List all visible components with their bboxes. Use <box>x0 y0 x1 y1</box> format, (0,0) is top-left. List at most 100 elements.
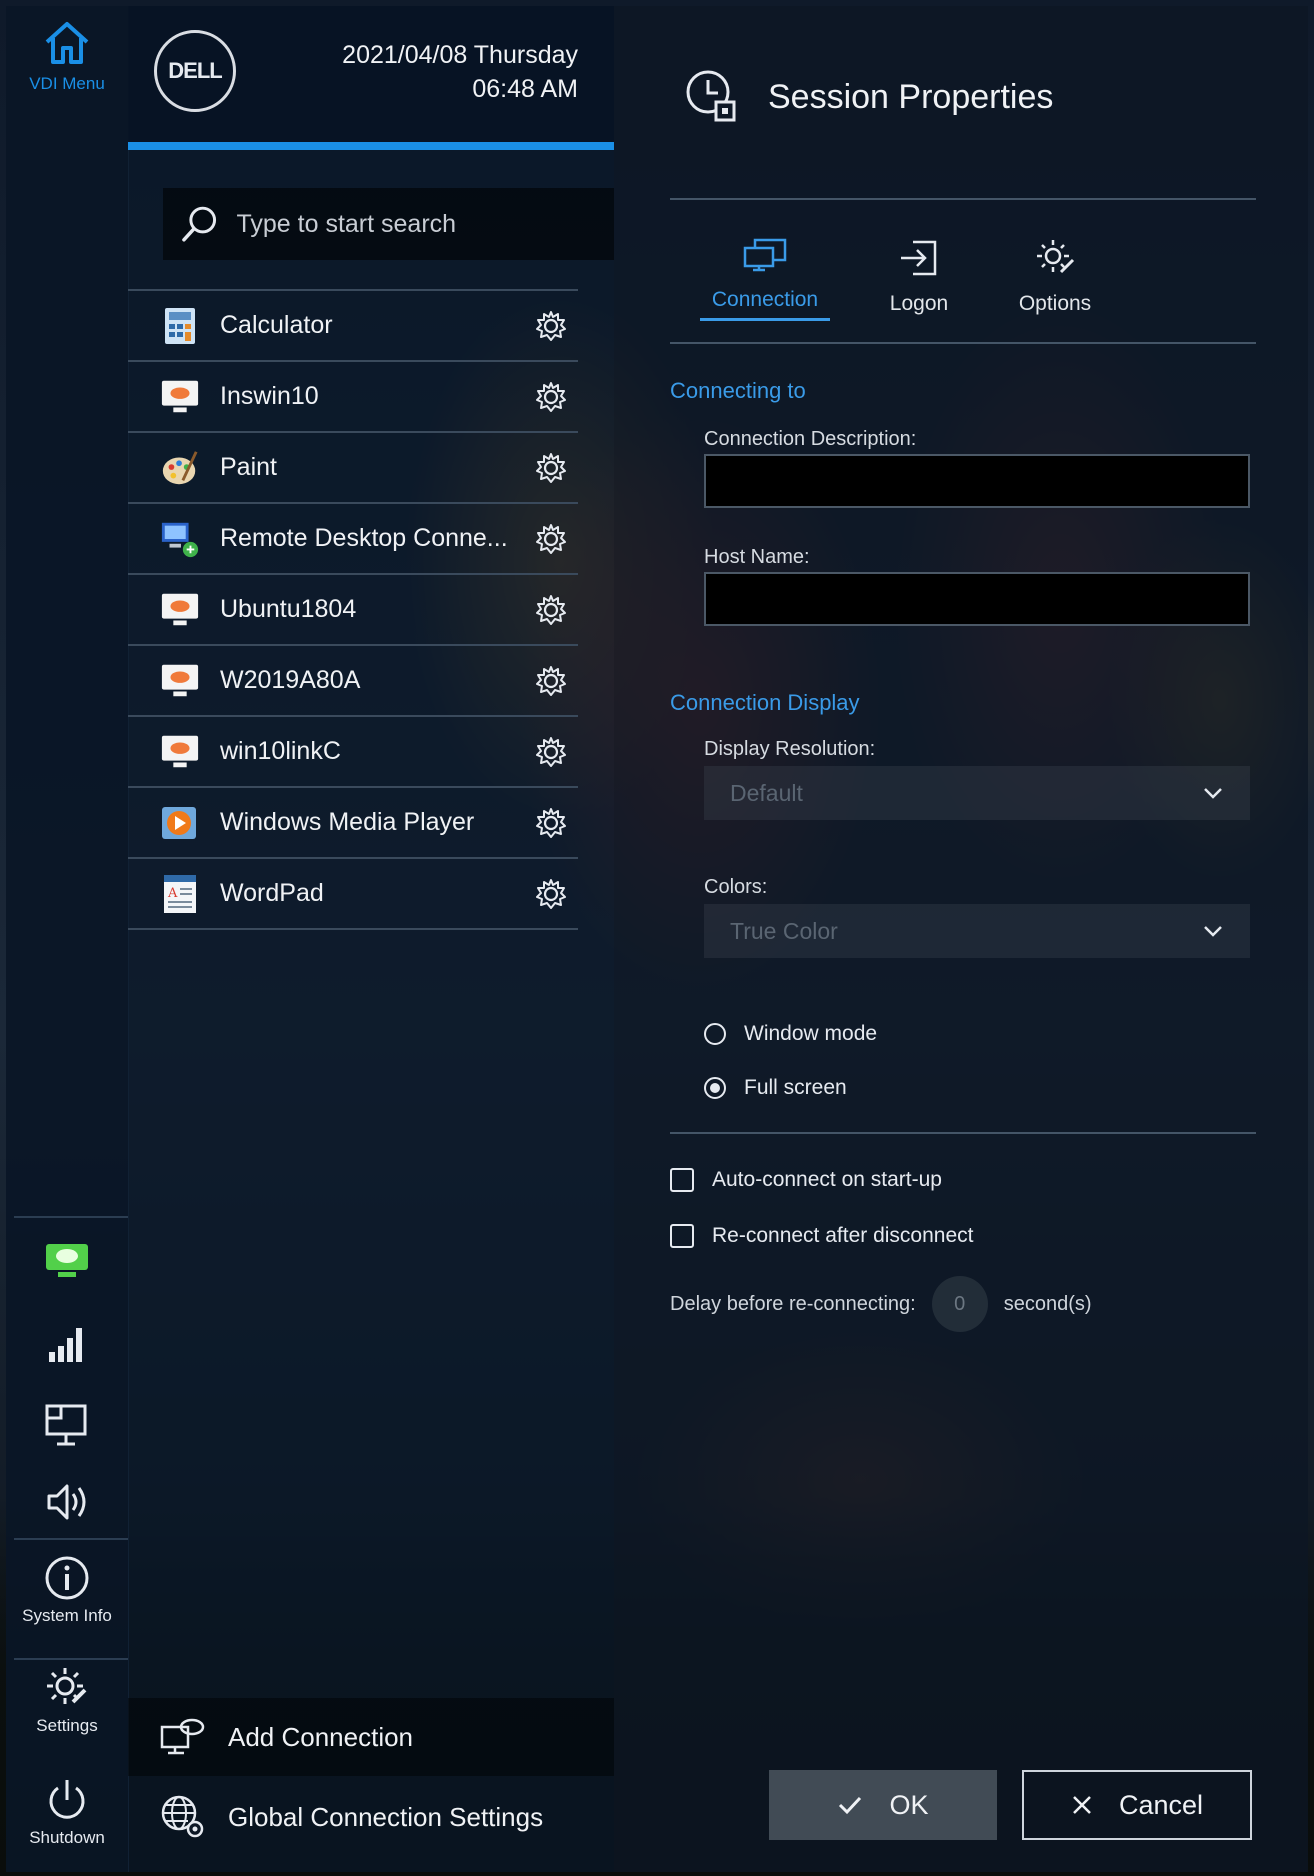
ok-button[interactable]: OK <box>769 1770 997 1840</box>
settings-button[interactable]: Settings <box>6 1664 128 1736</box>
gear-icon[interactable] <box>534 451 568 485</box>
add-connection-button[interactable]: Add Connection <box>128 1698 614 1776</box>
remote-desktop-icon <box>160 519 200 559</box>
display-settings-icon <box>45 1404 87 1446</box>
check-icon <box>839 1796 862 1815</box>
tab-logon[interactable]: Logon <box>854 236 984 322</box>
shutdown-label: Shutdown <box>29 1828 105 1847</box>
network-button[interactable] <box>6 1322 128 1366</box>
vdi-cloud-icon <box>160 377 200 417</box>
settings-label: Settings <box>36 1716 98 1735</box>
window-mode-radio[interactable]: Window mode <box>704 1022 877 1046</box>
launcher-header: DELL 2021/04/08 Thursday 06:48 AM <box>128 6 614 150</box>
gear-icon[interactable] <box>534 522 568 556</box>
login-arrow-icon <box>901 240 937 276</box>
delay-unit: second(s) <box>1003 1292 1092 1315</box>
vdi-cloud-icon <box>160 732 200 772</box>
gear-icon[interactable] <box>534 806 568 840</box>
gear-wrench-icon <box>1037 240 1075 274</box>
system-info-label: System Info <box>22 1606 112 1625</box>
display-resolution-select[interactable]: Default <box>704 766 1250 820</box>
auto-connect-checkbox[interactable]: Auto-connect on start-up <box>670 1168 942 1192</box>
colors-label: Colors: <box>704 876 768 898</box>
chevron-down-icon <box>1204 788 1222 799</box>
connection-description-input[interactable] <box>704 454 1250 508</box>
list-item[interactable]: Inswin10 <box>128 362 578 433</box>
colors-select[interactable]: True Color <box>704 904 1250 958</box>
gear-icon[interactable] <box>534 735 568 769</box>
media-player-icon <box>160 803 200 843</box>
rail-divider <box>14 1538 128 1540</box>
gear-icon[interactable] <box>534 593 568 627</box>
tab-connection-label: Connection <box>700 288 830 321</box>
list-item[interactable]: W2019A80A <box>128 646 578 717</box>
radio-button-selected[interactable] <box>704 1077 726 1099</box>
time-text: 06:48 AM <box>472 75 578 103</box>
shutdown-button[interactable]: Shutdown <box>6 1776 128 1848</box>
tab-options-label: Options <box>1018 292 1092 315</box>
calculator-icon <box>160 306 200 346</box>
gear-icon[interactable] <box>534 877 568 911</box>
full-screen-label: Full screen <box>744 1076 847 1099</box>
gear-icon[interactable] <box>534 380 568 414</box>
full-screen-radio[interactable]: Full screen <box>704 1076 847 1100</box>
section-connecting-to: Connecting to <box>670 378 806 403</box>
delay-input[interactable]: 0 <box>931 1276 988 1332</box>
colors-value: True Color <box>730 917 838 944</box>
globe-gear-icon <box>161 1795 204 1838</box>
tab-options[interactable]: Options <box>990 236 1120 322</box>
host-name-label: Host Name: <box>704 546 810 568</box>
connection-status-button[interactable] <box>6 1238 128 1284</box>
info-icon <box>45 1556 89 1600</box>
gear-icon[interactable] <box>534 309 568 343</box>
system-info-button[interactable]: System Info <box>6 1554 128 1626</box>
global-connection-settings-label: Global Connection Settings <box>228 1801 544 1832</box>
display-resolution-label: Display Resolution: <box>704 738 876 760</box>
reconnect-label: Re-connect after disconnect <box>712 1224 974 1247</box>
connection-label: Paint <box>220 453 277 481</box>
datetime: 2021/04/08 Thursday 06:48 AM <box>342 38 578 106</box>
list-item[interactable]: Paint <box>128 433 578 504</box>
divider <box>670 1132 1256 1134</box>
connection-label: win10linkC <box>220 737 341 765</box>
section-connection-display: Connection Display <box>670 690 860 715</box>
cancel-button[interactable]: Cancel <box>1022 1770 1252 1840</box>
gear-icon[interactable] <box>534 664 568 698</box>
global-connection-settings-button[interactable]: Global Connection Settings <box>128 1778 614 1856</box>
checkbox[interactable] <box>670 1224 694 1248</box>
left-rail: VDI Menu System Info Settings Shutdown <box>6 6 129 1872</box>
tab-bar: Connection Logon Options <box>670 236 1256 332</box>
list-item[interactable]: win10linkC <box>128 717 578 788</box>
list-item[interactable]: Remote Desktop Conne... <box>128 504 578 575</box>
wordpad-icon: A <box>160 874 200 914</box>
search-box[interactable] <box>163 188 614 260</box>
close-icon <box>1073 1796 1091 1814</box>
connection-label: Windows Media Player <box>220 808 475 836</box>
ok-label: OK <box>889 1789 929 1820</box>
reconnect-delay: Delay before re-connecting: 0 second(s) <box>670 1276 1092 1332</box>
home-icon <box>45 22 89 64</box>
list-item[interactable]: Calculator <box>128 291 578 362</box>
monitor-cloud-icon <box>46 1244 88 1277</box>
tab-connection[interactable]: Connection <box>700 236 830 321</box>
radio-button[interactable] <box>704 1023 726 1045</box>
gear-wrench-icon <box>47 1668 87 1704</box>
reconnect-checkbox[interactable]: Re-connect after disconnect <box>670 1224 973 1248</box>
dell-logo: DELL <box>154 30 236 112</box>
svg-text:A: A <box>167 886 178 901</box>
display-resolution-value: Default <box>730 779 803 806</box>
date-text: 2021/04/08 Thursday <box>342 41 578 69</box>
audio-button[interactable] <box>6 1480 128 1524</box>
list-item[interactable]: A WordPad <box>128 859 578 930</box>
list-item[interactable]: Ubuntu1804 <box>128 575 578 646</box>
display-button[interactable] <box>6 1400 128 1450</box>
vdi-menu-button[interactable]: VDI Menu <box>6 14 128 94</box>
vdi-cloud-icon <box>160 590 200 630</box>
auto-connect-label: Auto-connect on start-up <box>712 1168 942 1191</box>
divider <box>670 198 1256 200</box>
connection-label: Ubuntu1804 <box>220 595 357 623</box>
checkbox[interactable] <box>670 1168 694 1192</box>
list-item[interactable]: Windows Media Player <box>128 788 578 859</box>
host-name-input[interactable] <box>704 572 1250 626</box>
search-input[interactable] <box>234 208 614 240</box>
